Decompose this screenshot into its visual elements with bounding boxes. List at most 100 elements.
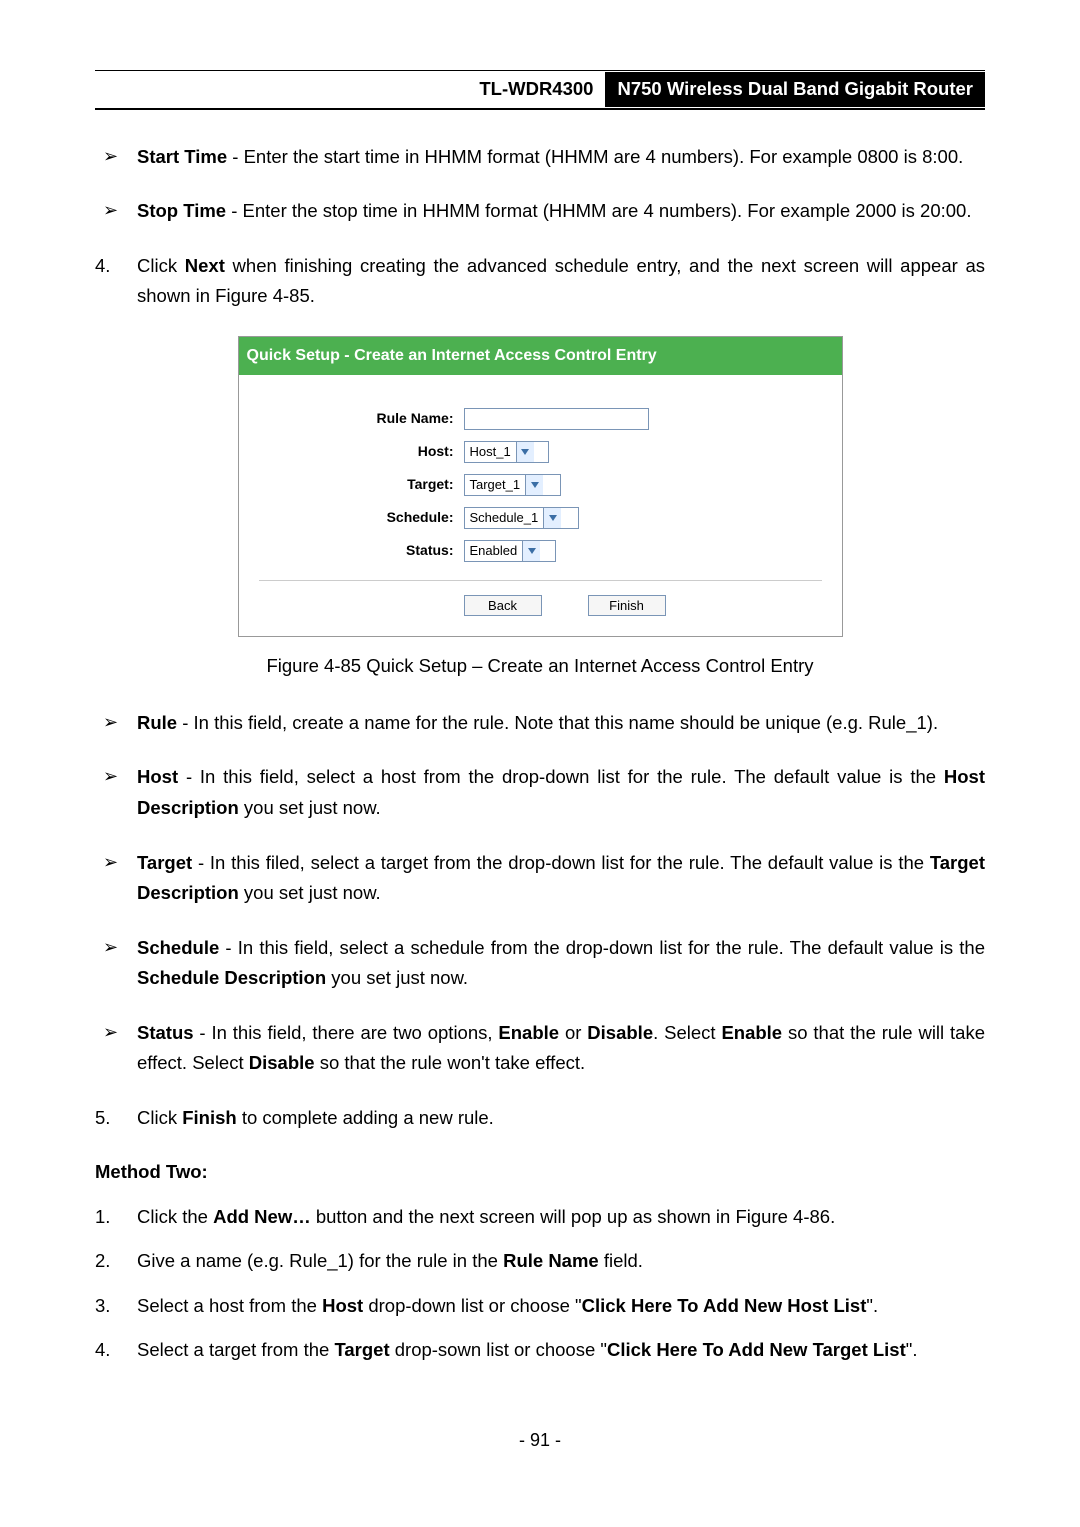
text: - In this field, there are two options, xyxy=(194,1022,499,1043)
select-status-value: Enabled xyxy=(465,541,523,561)
text: . Select xyxy=(653,1022,721,1043)
bold: Host xyxy=(322,1295,363,1316)
m2-step-2: 2. Give a name (e.g. Rule_1) for the rul… xyxy=(137,1246,985,1277)
chevron-down-icon xyxy=(522,541,540,561)
figure-button-row: Back Finish xyxy=(259,595,822,616)
chevron-down-icon xyxy=(516,442,534,462)
bullet-stop-time: Stop Time - Enter the stop time in HHMM … xyxy=(137,196,985,227)
bold: Rule Name xyxy=(503,1250,599,1271)
label-rule-name: Rule Name: xyxy=(259,407,464,430)
text: when finishing creating the advanced sch… xyxy=(137,255,985,307)
step-number: 4. xyxy=(95,251,110,282)
post-figure-bullets: Rule - In this field, create a name for … xyxy=(95,708,985,1079)
figure-title-bar: Quick Setup - Create an Internet Access … xyxy=(238,336,843,375)
m2-step-4: 4. Select a target from the Target drop-… xyxy=(137,1335,985,1366)
finish-button[interactable]: Finish xyxy=(588,595,666,616)
text: - In this field, select a host from the … xyxy=(178,766,944,787)
bold: Next xyxy=(185,255,225,276)
step-number: 2. xyxy=(95,1246,110,1277)
term: Rule xyxy=(137,712,177,733)
bold: Enable xyxy=(498,1022,559,1043)
figure-divider xyxy=(259,580,822,581)
step-5: 5. Click Finish to complete adding a new… xyxy=(137,1103,985,1134)
bold: Click Here To Add New Target List xyxy=(607,1339,906,1360)
page-number: - 91 - xyxy=(95,1426,985,1456)
bold: Click Here To Add New Host List xyxy=(582,1295,867,1316)
text: Select a host from the xyxy=(137,1295,322,1316)
text: Click the xyxy=(137,1206,213,1227)
back-button[interactable]: Back xyxy=(464,595,542,616)
step-number: 3. xyxy=(95,1291,110,1322)
select-target[interactable]: Target_1 xyxy=(464,474,561,496)
text: drop-sown list or choose " xyxy=(390,1339,607,1360)
text: - In this field, select a schedule from … xyxy=(219,937,985,958)
text: button and the next screen will pop up a… xyxy=(311,1206,836,1227)
bold: Finish xyxy=(182,1107,236,1128)
text: so that the rule won't take effect. xyxy=(315,1052,586,1073)
text: - Enter the start time in HHMM format (H… xyxy=(227,146,963,167)
step-list: 4. Click Next when finishing creating th… xyxy=(95,251,985,312)
header-bar: TL-WDR4300 N750 Wireless Dual Band Gigab… xyxy=(95,70,985,110)
text: field. xyxy=(599,1250,643,1271)
bold: Schedule Description xyxy=(137,967,326,988)
step-list-2: 5. Click Finish to complete adding a new… xyxy=(95,1103,985,1134)
text: you set just now. xyxy=(239,882,381,903)
step-number: 4. xyxy=(95,1335,110,1366)
step-number: 1. xyxy=(95,1202,110,1233)
row-target: Target: Target_1 xyxy=(259,473,822,496)
text: Select a target from the xyxy=(137,1339,334,1360)
figure-body: Rule Name: Host: Host_1 Target: Target_1 xyxy=(238,375,843,637)
pre-bullet-list: Start Time - Enter the start time in HHM… xyxy=(95,142,985,227)
text: you set just now. xyxy=(239,797,381,818)
text: drop-down list or choose " xyxy=(363,1295,581,1316)
select-status[interactable]: Enabled xyxy=(464,540,556,562)
text: Click xyxy=(137,255,185,276)
bold: Disable xyxy=(249,1052,315,1073)
m2-step-1: 1. Click the Add New… button and the nex… xyxy=(137,1202,985,1233)
select-target-value: Target_1 xyxy=(465,475,526,495)
bold: Disable xyxy=(587,1022,653,1043)
text: - In this filed, select a target from th… xyxy=(192,852,930,873)
text: ". xyxy=(866,1295,878,1316)
bold: Enable xyxy=(721,1022,782,1043)
label-target: Target: xyxy=(259,473,464,496)
method-two-list: 1. Click the Add New… button and the nex… xyxy=(95,1202,985,1366)
text: Click xyxy=(137,1107,182,1128)
label-schedule: Schedule: xyxy=(259,506,464,529)
chevron-down-icon xyxy=(525,475,543,495)
label-host: Host: xyxy=(259,440,464,463)
row-schedule: Schedule: Schedule_1 xyxy=(259,506,822,529)
text: - Enter the stop time in HHMM format (HH… xyxy=(226,200,971,221)
bullet-schedule: Schedule - In this field, select a sched… xyxy=(137,933,985,994)
chevron-down-icon xyxy=(543,508,561,528)
select-schedule[interactable]: Schedule_1 xyxy=(464,507,579,529)
text: Give a name (e.g. Rule_1) for the rule i… xyxy=(137,1250,503,1271)
bullet-target: Target - In this filed, select a target … xyxy=(137,848,985,909)
text: - In this field, create a name for the r… xyxy=(177,712,938,733)
bold: Add New… xyxy=(213,1206,311,1227)
row-status: Status: Enabled xyxy=(259,539,822,562)
bullet-start-time: Start Time - Enter the start time in HHM… xyxy=(137,142,985,173)
label-status: Status: xyxy=(259,539,464,562)
figure-4-85: Quick Setup - Create an Internet Access … xyxy=(238,336,843,638)
select-host-value: Host_1 xyxy=(465,442,516,462)
input-rule-name[interactable] xyxy=(464,408,649,430)
select-host[interactable]: Host_1 xyxy=(464,441,549,463)
method-two-heading: Method Two: xyxy=(95,1157,985,1188)
header-model: TL-WDR4300 xyxy=(467,72,605,107)
term: Stop Time xyxy=(137,200,226,221)
term: Target xyxy=(137,852,192,873)
text: you set just now. xyxy=(326,967,468,988)
bold: Target xyxy=(334,1339,389,1360)
term: Host xyxy=(137,766,178,787)
select-schedule-value: Schedule_1 xyxy=(465,508,544,528)
text: to complete adding a new rule. xyxy=(237,1107,494,1128)
header-product: N750 Wireless Dual Band Gigabit Router xyxy=(605,72,985,107)
step-number: 5. xyxy=(95,1103,110,1134)
row-rule-name: Rule Name: xyxy=(259,407,822,430)
page-content: Start Time - Enter the start time in HHM… xyxy=(95,116,985,1366)
bullet-host: Host - In this field, select a host from… xyxy=(137,762,985,823)
bullet-status: Status - In this field, there are two op… xyxy=(137,1018,985,1079)
term: Status xyxy=(137,1022,194,1043)
term: Start Time xyxy=(137,146,227,167)
